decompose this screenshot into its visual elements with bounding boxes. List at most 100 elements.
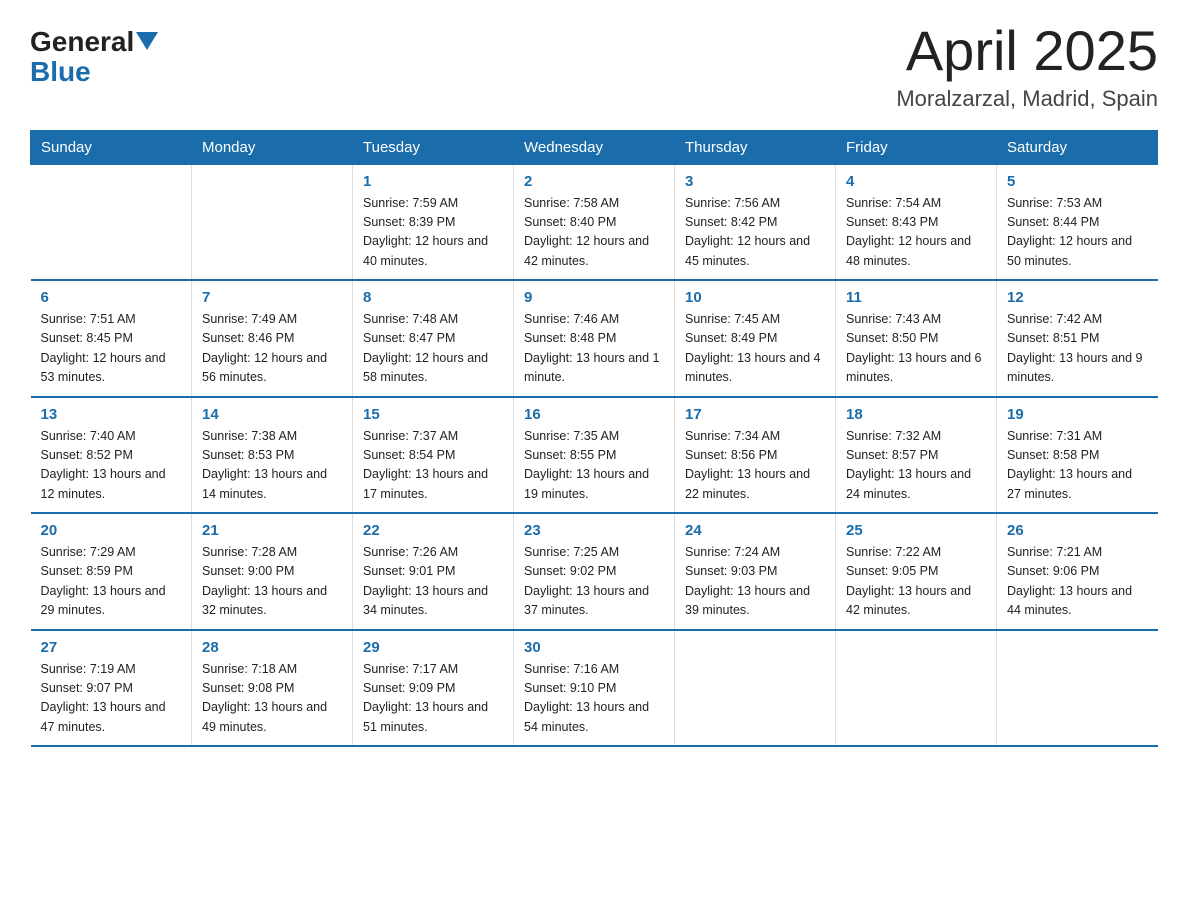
calendar-cell: 28Sunrise: 7:18 AM Sunset: 9:08 PM Dayli… (192, 630, 353, 747)
calendar-week-row: 6 Sunrise: 7:51 AM Sunset: 8:45 PM Daylig… (31, 280, 1158, 397)
calendar-cell: 8 Sunrise: 7:48 AM Sunset: 8:47 PM Daylig… (353, 280, 514, 397)
day-info: Sunrise: 7:58 AM Sunset: 8:40 PM Dayligh… (524, 194, 664, 272)
header: General Blue April 2025 Moralzarzal, Mad… (30, 20, 1158, 112)
calendar-cell: 10Sunrise: 7:45 AM Sunset: 8:49 PM Dayli… (675, 280, 836, 397)
weekday-header-sunday: Sunday (31, 130, 192, 164)
day-number: 26 (1007, 522, 1148, 539)
day-info: Sunrise: 7:42 AM Sunset: 8:51 PM Dayligh… (1007, 310, 1148, 388)
day-number: 30 (524, 639, 664, 656)
day-info: Sunrise: 7:45 AM Sunset: 8:49 PM Dayligh… (685, 310, 825, 388)
calendar-cell: 13 Sunrise: 7:40 AM Sunset: 8:52 PM Dayli… (31, 397, 192, 514)
calendar-week-row: 27Sunrise: 7:19 AM Sunset: 9:07 PM Dayli… (31, 630, 1158, 747)
day-number: 13 (41, 406, 182, 423)
calendar-cell (192, 164, 353, 280)
weekday-header-wednesday: Wednesday (514, 130, 675, 164)
day-number: 8 (363, 289, 503, 306)
day-number: 5 (1007, 173, 1148, 190)
day-info: Sunrise: 7:49 AM Sunset: 8:46 PM Dayligh… (202, 310, 342, 388)
calendar-cell (997, 630, 1158, 747)
calendar-cell: 17 Sunrise: 7:34 AM Sunset: 8:56 PM Dayli… (675, 397, 836, 514)
calendar-cell: 9 Sunrise: 7:46 AM Sunset: 8:48 PM Daylig… (514, 280, 675, 397)
calendar-cell: 12 Sunrise: 7:42 AM Sunset: 8:51 PM Dayli… (997, 280, 1158, 397)
day-number: 14 (202, 406, 342, 423)
day-number: 3 (685, 173, 825, 190)
day-info: Sunrise: 7:29 AM Sunset: 8:59 PM Dayligh… (41, 543, 182, 621)
calendar-title: April 2025 (896, 20, 1158, 82)
day-info: Sunrise: 7:53 AM Sunset: 8:44 PM Dayligh… (1007, 194, 1148, 272)
calendar-cell: 22 Sunrise: 7:26 AM Sunset: 9:01 PM Dayli… (353, 513, 514, 630)
weekday-header-thursday: Thursday (675, 130, 836, 164)
day-number: 20 (41, 522, 182, 539)
calendar-cell: 21Sunrise: 7:28 AM Sunset: 9:00 PM Dayli… (192, 513, 353, 630)
logo-blue-text: Blue (30, 56, 91, 88)
day-number: 6 (41, 289, 182, 306)
weekday-header-tuesday: Tuesday (353, 130, 514, 164)
calendar-cell: 25 Sunrise: 7:22 AM Sunset: 9:05 PM Dayli… (836, 513, 997, 630)
day-number: 19 (1007, 406, 1148, 423)
day-number: 24 (685, 522, 825, 539)
day-info: Sunrise: 7:34 AM Sunset: 8:56 PM Dayligh… (685, 427, 825, 505)
day-info: Sunrise: 7:37 AM Sunset: 8:54 PM Dayligh… (363, 427, 503, 505)
calendar-cell: 11 Sunrise: 7:43 AM Sunset: 8:50 PM Dayli… (836, 280, 997, 397)
calendar-cell: 1Sunrise: 7:59 AM Sunset: 8:39 PM Daylig… (353, 164, 514, 280)
day-number: 21 (202, 522, 342, 539)
day-info: Sunrise: 7:40 AM Sunset: 8:52 PM Dayligh… (41, 427, 182, 505)
day-info: Sunrise: 7:48 AM Sunset: 8:47 PM Dayligh… (363, 310, 503, 388)
day-info: Sunrise: 7:22 AM Sunset: 9:05 PM Dayligh… (846, 543, 986, 621)
day-info: Sunrise: 7:31 AM Sunset: 8:58 PM Dayligh… (1007, 427, 1148, 505)
day-number: 29 (363, 639, 503, 656)
calendar-cell: 23Sunrise: 7:25 AM Sunset: 9:02 PM Dayli… (514, 513, 675, 630)
day-number: 18 (846, 406, 986, 423)
logo-arrow-icon (136, 32, 158, 50)
day-info: Sunrise: 7:25 AM Sunset: 9:02 PM Dayligh… (524, 543, 664, 621)
calendar-cell: 15 Sunrise: 7:37 AM Sunset: 8:54 PM Dayli… (353, 397, 514, 514)
calendar-cell: 6 Sunrise: 7:51 AM Sunset: 8:45 PM Daylig… (31, 280, 192, 397)
day-number: 11 (846, 289, 986, 306)
calendar-cell: 14 Sunrise: 7:38 AM Sunset: 8:53 PM Dayli… (192, 397, 353, 514)
calendar-week-row: 1Sunrise: 7:59 AM Sunset: 8:39 PM Daylig… (31, 164, 1158, 280)
calendar-cell: 26 Sunrise: 7:21 AM Sunset: 9:06 PM Dayli… (997, 513, 1158, 630)
calendar-cell: 7Sunrise: 7:49 AM Sunset: 8:46 PM Daylig… (192, 280, 353, 397)
day-number: 17 (685, 406, 825, 423)
title-area: April 2025 Moralzarzal, Madrid, Spain (896, 20, 1158, 112)
logo-general-text: General (30, 28, 134, 56)
calendar-cell: 27Sunrise: 7:19 AM Sunset: 9:07 PM Dayli… (31, 630, 192, 747)
calendar-cell: 3Sunrise: 7:56 AM Sunset: 8:42 PM Daylig… (675, 164, 836, 280)
day-number: 28 (202, 639, 342, 656)
day-number: 22 (363, 522, 503, 539)
day-info: Sunrise: 7:32 AM Sunset: 8:57 PM Dayligh… (846, 427, 986, 505)
day-info: Sunrise: 7:17 AM Sunset: 9:09 PM Dayligh… (363, 660, 503, 738)
day-number: 1 (363, 173, 503, 190)
day-number: 12 (1007, 289, 1148, 306)
day-info: Sunrise: 7:43 AM Sunset: 8:50 PM Dayligh… (846, 310, 986, 388)
weekday-header-row: SundayMondayTuesdayWednesdayThursdayFrid… (31, 130, 1158, 164)
day-number: 15 (363, 406, 503, 423)
calendar-cell: 2 Sunrise: 7:58 AM Sunset: 8:40 PM Daylig… (514, 164, 675, 280)
calendar-cell: 29 Sunrise: 7:17 AM Sunset: 9:09 PM Dayli… (353, 630, 514, 747)
calendar-subtitle: Moralzarzal, Madrid, Spain (896, 86, 1158, 112)
day-number: 25 (846, 522, 986, 539)
calendar-cell (675, 630, 836, 747)
day-info: Sunrise: 7:26 AM Sunset: 9:01 PM Dayligh… (363, 543, 503, 621)
day-number: 16 (524, 406, 664, 423)
day-info: Sunrise: 7:35 AM Sunset: 8:55 PM Dayligh… (524, 427, 664, 505)
calendar-cell: 4Sunrise: 7:54 AM Sunset: 8:43 PM Daylig… (836, 164, 997, 280)
weekday-header-saturday: Saturday (997, 130, 1158, 164)
day-number: 2 (524, 173, 664, 190)
calendar-cell: 19 Sunrise: 7:31 AM Sunset: 8:58 PM Dayli… (997, 397, 1158, 514)
calendar-cell: 20 Sunrise: 7:29 AM Sunset: 8:59 PM Dayli… (31, 513, 192, 630)
day-info: Sunrise: 7:46 AM Sunset: 8:48 PM Dayligh… (524, 310, 664, 388)
calendar-cell: 24Sunrise: 7:24 AM Sunset: 9:03 PM Dayli… (675, 513, 836, 630)
calendar-cell (836, 630, 997, 747)
calendar-cell: 5 Sunrise: 7:53 AM Sunset: 8:44 PM Daylig… (997, 164, 1158, 280)
day-info: Sunrise: 7:51 AM Sunset: 8:45 PM Dayligh… (41, 310, 182, 388)
calendar-table: SundayMondayTuesdayWednesdayThursdayFrid… (30, 130, 1158, 748)
calendar-cell: 16 Sunrise: 7:35 AM Sunset: 8:55 PM Dayli… (514, 397, 675, 514)
day-info: Sunrise: 7:38 AM Sunset: 8:53 PM Dayligh… (202, 427, 342, 505)
day-info: Sunrise: 7:21 AM Sunset: 9:06 PM Dayligh… (1007, 543, 1148, 621)
day-number: 9 (524, 289, 664, 306)
weekday-header-monday: Monday (192, 130, 353, 164)
day-number: 27 (41, 639, 182, 656)
day-number: 4 (846, 173, 986, 190)
calendar-cell (31, 164, 192, 280)
